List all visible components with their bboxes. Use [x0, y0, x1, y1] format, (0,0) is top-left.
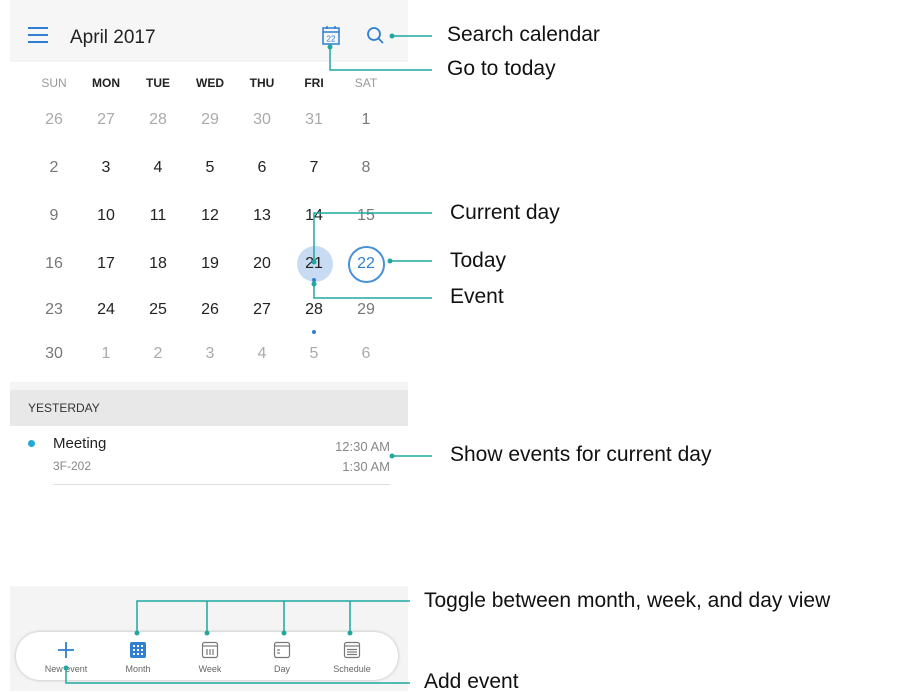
- annotation-lines: [63, 33, 432, 684]
- annotation-add-event: Add event: [424, 670, 519, 693]
- annotation-today: Today: [450, 249, 507, 272]
- annotation-search: Search calendar: [447, 23, 600, 46]
- annotation-go-today: Go to today: [447, 57, 556, 80]
- annotation-toggle-view: Toggle between month, week, and day view: [424, 589, 831, 612]
- annotation-event: Event: [450, 285, 504, 308]
- annotation-show-events: Show events for current day: [450, 443, 712, 466]
- annotation-current-day: Current day: [450, 201, 560, 224]
